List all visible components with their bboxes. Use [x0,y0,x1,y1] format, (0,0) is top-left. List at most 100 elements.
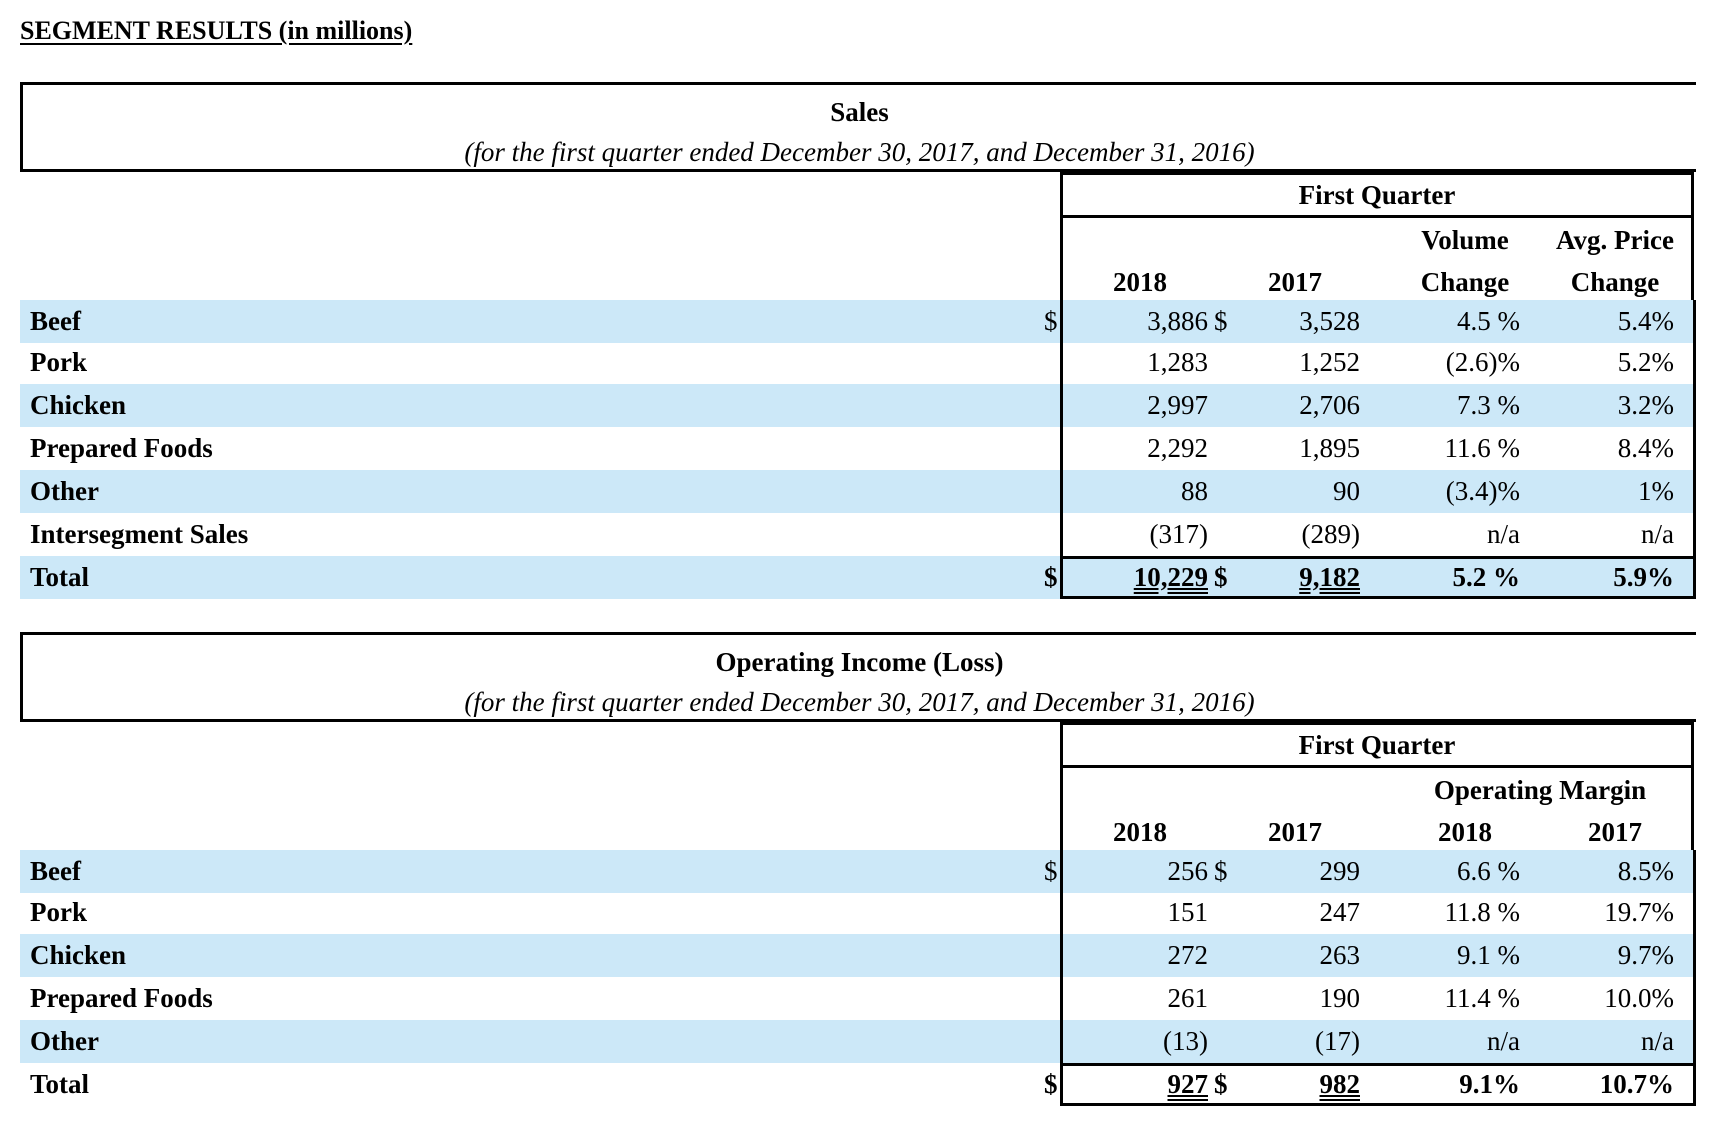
change-col-4: 3.2% [1617,390,1674,420]
change-col-3: 9.1 % [1457,940,1520,970]
sales-col-price-line2: Change [1570,267,1660,297]
operating-subtitle: (for the first quarter ended December 30… [464,687,1255,717]
row-label: Total [30,1069,90,1099]
change-col-3: 7.3 % [1457,390,1520,420]
table-row: Other (13) (17) n/a n/a [20,1020,1696,1063]
operating-col-2018: 2018 [1113,817,1167,847]
value-2017: 982 [1319,1069,1361,1099]
value-2017: 263 [1319,940,1361,970]
sales-col-volume-line2: Change [1420,267,1510,297]
row-label: Intersegment Sales [30,519,249,549]
value-2018: 2,997 [1147,390,1208,420]
operating-section-header: Operating Income (Loss) (for the first q… [20,632,1696,722]
change-col-4: 5.4% [1617,306,1674,336]
value-2018: 3,886 [1147,306,1208,336]
row-label: Chicken [30,940,127,970]
operating-margin-col-2017: 2017 [1588,817,1642,847]
change-col-3: (3.4)% [1445,476,1520,506]
table-row: Prepared Foods 2,292 1,895 11.6 % 8.4% [20,427,1696,470]
value-2017: (17) [1315,1026,1360,1056]
value-2017: 3,528 [1299,306,1360,336]
change-col-3: 4.5 % [1457,306,1520,336]
row-label: Prepared Foods [30,983,213,1013]
change-col-4: 10.7% [1599,1069,1674,1099]
row-label: Prepared Foods [30,433,213,463]
change-col-3: 11.6 % [1444,433,1521,463]
change-col-4: 8.5% [1617,856,1674,886]
row-label: Pork [30,347,87,377]
change-col-4: n/a [1641,519,1674,549]
sales-section-header: Sales (for the first quarter ended Decem… [20,82,1696,172]
change-col-4: 10.0% [1604,983,1674,1013]
table-row: Total $10,229 $9,182 5.2 % 5.9% [20,556,1696,599]
change-col-4: 19.7% [1604,897,1674,927]
change-col-4: 8.4% [1617,433,1674,463]
value-2017: 1,895 [1299,433,1360,463]
value-2018: (13) [1163,1026,1208,1056]
table-row: Pork 1,283 1,252 (2.6)% 5.2% [20,341,1696,384]
value-2017: 247 [1319,897,1361,927]
row-label: Chicken [30,390,127,420]
dollar-sign: $ [1044,306,1058,336]
change-col-3: 9.1% [1459,1069,1520,1099]
value-2017: 1,252 [1299,347,1360,377]
value-2017: 2,706 [1299,390,1360,420]
change-col-3: (2.6)% [1445,347,1520,377]
dollar-sign: $ [1044,562,1058,592]
row-label: Total [30,562,90,592]
value-2018: 1,283 [1147,347,1208,377]
row-label: Pork [30,897,87,927]
change-col-4: 9.7% [1617,940,1674,970]
sales-col-volume-line1: Volume [1421,225,1509,255]
table-row: Other 88 90 (3.4)% 1% [20,470,1696,513]
sales-col-price-line1: Avg. Price [1556,225,1674,255]
change-col-3: 11.4 % [1444,983,1521,1013]
value-2018: 256 [1167,856,1209,886]
row-label: Beef [30,856,81,886]
value-2018: 2,292 [1147,433,1208,463]
sales-col-2018: 2018 [1113,267,1167,297]
table-row: Intersegment Sales (317) (289) n/a n/a [20,513,1696,556]
row-label: Other [30,476,99,506]
change-col-3: 11.8 % [1444,897,1521,927]
table-row: Chicken 2,997 2,706 7.3 % 3.2% [20,384,1696,427]
value-2018: (317) [1149,519,1208,549]
row-label: Other [30,1026,99,1056]
sales-col-2017: 2017 [1268,267,1322,297]
value-2018: 927 [1167,1069,1209,1099]
value-2018: 10,229 [1133,562,1208,592]
value-2018: 151 [1167,897,1209,927]
value-2018: 261 [1167,983,1209,1013]
dollar-sign: $ [1044,856,1058,886]
value-2017: 299 [1319,856,1361,886]
change-col-3: 6.6 % [1457,856,1520,886]
value-2017: 9,182 [1299,562,1360,592]
table-row: Total $927 $982 9.1% 10.7% [20,1063,1696,1106]
row-label: Beef [30,306,81,336]
value-2018: 88 [1181,476,1208,506]
value-2017: 190 [1319,983,1361,1013]
dollar-sign: $ [1044,1069,1058,1099]
operating-col-2017: 2017 [1268,817,1322,847]
change-col-3: n/a [1487,519,1520,549]
value-2017: 90 [1333,476,1360,506]
change-col-4: n/a [1641,1026,1674,1056]
operating-margin-header: Operating Margin [1433,775,1647,805]
table-row: Beef $3,886 $3,528 4.5 % 5.4% [20,300,1696,343]
sales-first-quarter-header: First Quarter [1063,175,1691,218]
change-col-4: 1% [1638,476,1674,506]
table-row: Pork 151 247 11.8 % 19.7% [20,891,1696,934]
operating-margin-col-2018: 2018 [1438,817,1492,847]
table-row: Beef $256 $299 6.6 % 8.5% [20,850,1696,893]
page-title: SEGMENT RESULTS (in millions) [20,16,413,45]
change-col-4: 5.9% [1613,562,1674,592]
change-col-4: 5.2% [1617,347,1674,377]
table-row: Prepared Foods 261 190 11.4 % 10.0% [20,977,1696,1020]
change-col-3: n/a [1487,1026,1520,1056]
value-2018: 272 [1167,940,1209,970]
value-2017: (289) [1301,519,1360,549]
operating-first-quarter-header: First Quarter [1063,725,1691,768]
operating-title: Operating Income (Loss) [715,647,1004,677]
table-row: Chicken 272 263 9.1 % 9.7% [20,934,1696,977]
sales-title: Sales [830,97,889,127]
